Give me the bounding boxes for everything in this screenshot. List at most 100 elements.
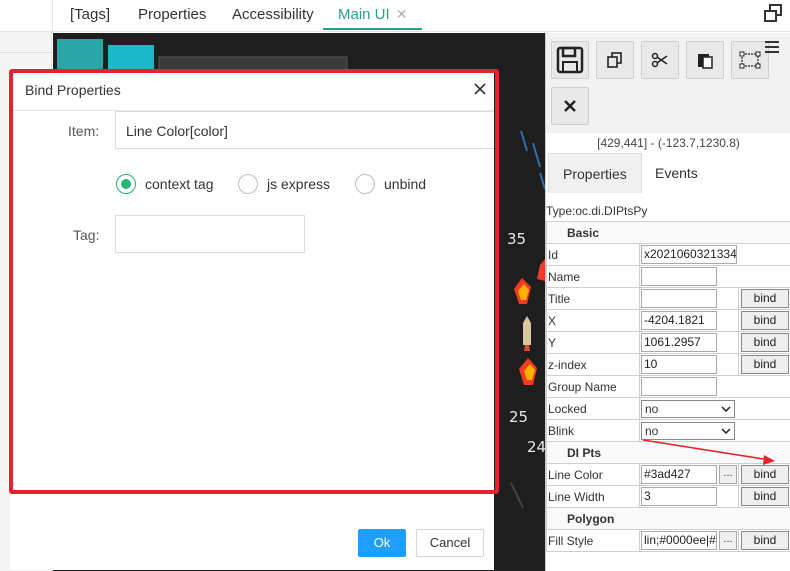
tab-panel-properties[interactable]: Properties xyxy=(548,153,642,193)
prop-row-line-color: Line Color #3ad427... bind xyxy=(546,463,790,486)
paste-button[interactable] xyxy=(686,41,724,79)
fill-style-picker-button[interactable]: ... xyxy=(719,531,737,550)
copy-button[interactable] xyxy=(596,41,634,79)
bind-line-width-button[interactable]: bind xyxy=(741,487,789,506)
tab-main-ui[interactable]: Main UI ✕ xyxy=(323,0,423,30)
fill-style-field[interactable]: lin;#0000ee|# xyxy=(641,531,717,550)
prop-label: Id xyxy=(546,243,640,266)
save-icon xyxy=(556,46,584,74)
close-icon xyxy=(564,100,576,112)
cut-button[interactable] xyxy=(641,41,679,79)
bind-line-color-button[interactable]: bind xyxy=(741,465,789,484)
prop-row-y: Y 1061.2957 bind xyxy=(546,331,790,354)
blink-select[interactable]: no xyxy=(641,421,735,440)
rocket-flame xyxy=(524,345,530,351)
bind-zindex-button[interactable]: bind xyxy=(741,355,789,374)
bind-title-button[interactable]: bind xyxy=(741,289,789,308)
tab-tags[interactable]: [Tags] xyxy=(70,6,110,23)
prop-label: Line Color xyxy=(546,463,640,486)
canvas-bar xyxy=(158,56,348,72)
prop-row-line-width: Line Width 3 bind xyxy=(546,485,790,508)
tag-input[interactable] xyxy=(115,215,305,253)
x-field[interactable]: -4204.1821 xyxy=(641,311,717,330)
scissors-icon xyxy=(651,52,668,68)
section-di-pts: DI Pts xyxy=(546,441,790,464)
radio-context-tag-indicator xyxy=(116,174,136,194)
restore-window-icon[interactable] xyxy=(763,4,783,22)
line-color-field[interactable]: #3ad427 xyxy=(641,465,717,484)
bind-properties-dialog: Bind Properties Item: Line Color[color] … xyxy=(10,70,494,570)
dial-tick xyxy=(510,482,524,509)
prop-row-x: X -4204.1821 bind xyxy=(546,309,790,332)
prop-row-locked: Locked no xyxy=(546,397,790,420)
prop-row-title: Title bind xyxy=(546,287,790,310)
locked-value: no xyxy=(645,401,659,416)
left-panel-divider xyxy=(0,52,52,53)
blink-value: no xyxy=(645,423,659,438)
section-basic: Basic xyxy=(546,221,790,244)
bind-fill-style-button[interactable]: bind xyxy=(741,531,789,550)
line-color-picker-button[interactable]: ... xyxy=(719,465,737,484)
item-field[interactable]: Line Color[color] xyxy=(115,111,494,149)
prop-row-fill-style: Fill Style lin;#0000ee|#... bind xyxy=(546,529,790,552)
prop-label: Fill Style xyxy=(546,529,640,552)
chevron-down-icon xyxy=(721,427,731,434)
save-button[interactable] xyxy=(551,41,589,79)
dialog-title: Bind Properties xyxy=(25,82,121,98)
group-name-field[interactable] xyxy=(641,377,717,396)
radio-unbind[interactable]: unbind xyxy=(355,174,426,194)
cancel-button[interactable]: Cancel xyxy=(416,529,484,557)
dial-tick xyxy=(520,130,528,152)
name-field[interactable] xyxy=(641,267,717,286)
flame-marker-edge xyxy=(537,259,545,281)
coordinate-readout: [429,441] - (-123.7,1230.8) xyxy=(597,136,740,150)
item-label: Item: xyxy=(68,123,100,139)
rocket-marker[interactable] xyxy=(523,316,531,345)
section-polygon-label: Polygon xyxy=(546,507,790,530)
prop-label: Name xyxy=(546,265,640,288)
prop-row-group-name: Group Name xyxy=(546,375,790,398)
radio-context-tag[interactable]: context tag xyxy=(116,174,214,194)
gauge-number: 35 xyxy=(507,230,527,248)
zindex-field[interactable]: 10 xyxy=(641,355,717,374)
select-area-button[interactable] xyxy=(731,41,769,79)
y-field[interactable]: 1061.2957 xyxy=(641,333,717,352)
tab-bar: [Tags] Properties Accessibility Main UI ✕ xyxy=(0,0,790,32)
section-di-pts-label: DI Pts xyxy=(546,441,790,464)
tab-panel-events[interactable]: Events xyxy=(641,153,712,193)
radio-js-express-label: js express xyxy=(267,176,331,192)
dial-tick xyxy=(532,142,541,168)
bind-x-button[interactable]: bind xyxy=(741,311,789,330)
section-basic-label: Basic xyxy=(546,221,790,244)
hamburger-menu-icon[interactable] xyxy=(765,41,779,53)
property-table: Basic Id x2021060321334 Name Title bind … xyxy=(546,221,790,552)
id-field[interactable]: x2021060321334 xyxy=(641,245,737,264)
paste-icon xyxy=(698,54,713,69)
tab-close-icon[interactable]: ✕ xyxy=(396,6,408,22)
prop-label: Y xyxy=(546,331,640,354)
prop-label: z-index xyxy=(546,353,640,376)
gauge-number: 24 xyxy=(527,438,545,456)
locked-select[interactable]: no xyxy=(641,399,735,418)
tab-accessibility[interactable]: Accessibility xyxy=(232,6,314,23)
prop-label: Title xyxy=(546,287,640,310)
radio-js-express-indicator xyxy=(238,174,258,194)
copy-icon xyxy=(607,52,622,68)
radio-selected-dot xyxy=(121,179,131,189)
close-icon[interactable] xyxy=(472,81,488,97)
title-field[interactable] xyxy=(641,289,717,308)
tab-bar-divider xyxy=(52,0,53,32)
radio-js-express[interactable]: js express xyxy=(238,174,330,194)
bind-y-button[interactable]: bind xyxy=(741,333,789,352)
delete-button[interactable] xyxy=(551,87,589,125)
radio-context-tag-label: context tag xyxy=(145,176,214,192)
tab-properties[interactable]: Properties xyxy=(138,6,206,23)
prop-row-zindex: z-index 10 bind xyxy=(546,353,790,376)
properties-panel: [429,441] - (-123.7,1230.8) Properties E… xyxy=(545,33,790,571)
prop-label: Group Name xyxy=(546,375,640,398)
line-width-field[interactable]: 3 xyxy=(641,487,717,506)
radio-unbind-label: unbind xyxy=(384,176,427,192)
selection-box-icon xyxy=(739,51,761,69)
ok-button[interactable]: Ok xyxy=(358,529,406,557)
prop-label: Locked xyxy=(546,397,640,420)
